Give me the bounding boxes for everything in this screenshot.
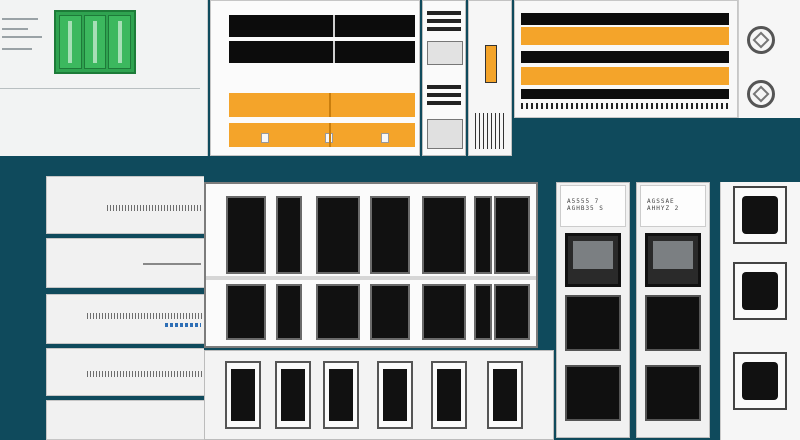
module-column-a: A5555 7 AGHB35 S [556, 182, 630, 438]
rack-cabinet [204, 182, 538, 348]
drawer-panel[interactable] [46, 294, 204, 344]
module-block[interactable] [565, 295, 621, 351]
bay[interactable] [226, 196, 266, 274]
bay[interactable] [276, 284, 302, 340]
display-screen[interactable] [645, 233, 701, 287]
module-block[interactable] [565, 365, 621, 421]
black-bar[interactable] [521, 89, 729, 99]
bay[interactable] [226, 284, 266, 340]
slot[interactable] [275, 361, 311, 429]
round-network-icon[interactable] [747, 26, 775, 54]
module-header: AGSSAE AHHYZ 2 [640, 185, 706, 227]
orange-bar[interactable] [521, 27, 729, 45]
display-screen[interactable] [565, 233, 621, 287]
bay[interactable] [422, 284, 466, 340]
module-b-label: AGSSAE AHHYZ 2 [647, 198, 680, 212]
bay[interactable] [474, 284, 492, 340]
drawer-panel[interactable] [46, 176, 204, 234]
socket[interactable] [733, 262, 787, 320]
slot[interactable] [487, 361, 523, 429]
orange-bar[interactable] [229, 93, 415, 117]
bay[interactable] [422, 196, 466, 274]
bay[interactable] [494, 196, 530, 274]
bay[interactable] [316, 284, 360, 340]
orange-indicator [485, 45, 497, 83]
menu-lines [0, 0, 50, 80]
drawer-panel[interactable] [46, 400, 204, 440]
bay[interactable] [494, 284, 530, 340]
black-bar[interactable] [229, 15, 415, 37]
right-top-panel [514, 0, 738, 118]
divider [0, 88, 200, 89]
round-network-icon[interactable] [747, 80, 775, 108]
side-panel [468, 0, 512, 156]
bay[interactable] [370, 196, 410, 274]
socket[interactable] [733, 352, 787, 410]
lower-cabinet [204, 350, 554, 440]
black-bar[interactable] [521, 51, 729, 63]
black-bar[interactable] [229, 41, 415, 63]
slot[interactable] [377, 361, 413, 429]
slot[interactable] [323, 361, 359, 429]
module-block[interactable] [645, 295, 701, 351]
drawer-panel[interactable] [46, 348, 204, 396]
drawer-panel[interactable] [46, 238, 204, 288]
bay[interactable] [316, 196, 360, 274]
black-bar[interactable] [521, 13, 729, 25]
top-left-panel [0, 0, 208, 156]
module-block[interactable] [645, 365, 701, 421]
module-a-label: A5555 7 AGHB35 S [567, 198, 604, 212]
mini-panel [422, 0, 466, 156]
orange-bar[interactable] [521, 67, 729, 85]
grid-logo-icon[interactable] [54, 10, 136, 74]
bay[interactable] [370, 284, 410, 340]
slot[interactable] [431, 361, 467, 429]
far-right-panel [720, 182, 800, 440]
bay[interactable] [276, 196, 302, 274]
slot[interactable] [225, 361, 261, 429]
module-header: A5555 7 AGHB35 S [560, 185, 626, 227]
orange-bar[interactable] [229, 123, 415, 147]
rack-top-panel [210, 0, 420, 156]
icon-strip [738, 0, 800, 118]
module-column-b: AGSSAE AHHYZ 2 [636, 182, 710, 438]
socket[interactable] [733, 186, 787, 244]
bay[interactable] [474, 196, 492, 274]
